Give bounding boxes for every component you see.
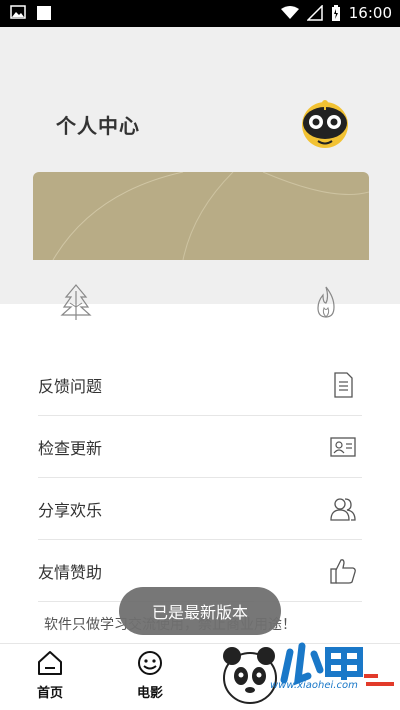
menu-item-label: 友情赞助	[38, 562, 103, 582]
profile-banner[interactable]	[33, 172, 369, 260]
image-icon	[10, 5, 26, 19]
wifi-icon	[280, 6, 299, 19]
menu-item-label: 检查更新	[38, 438, 103, 458]
page-title: 个人中心	[56, 114, 140, 138]
tab-movie[interactable]: 电影	[120, 650, 180, 701]
document-icon	[334, 371, 353, 398]
flame-icon[interactable]	[310, 283, 342, 321]
id-card-icon	[330, 436, 356, 457]
settings-menu: 反馈问题 检查更新 分享欢乐 友情赞助	[38, 354, 362, 602]
menu-item-feedback[interactable]: 反馈问题	[38, 354, 362, 416]
thumbs-up-icon	[330, 558, 356, 584]
home-icon	[38, 651, 62, 675]
watermark-logo	[223, 642, 394, 704]
battery-icon	[331, 4, 340, 21]
toast-message: 已是最新版本	[119, 587, 281, 635]
avatar[interactable]	[296, 97, 354, 149]
tab-label: 电影	[136, 686, 163, 701]
tree-icon[interactable]	[60, 283, 92, 321]
tab-home[interactable]: 首页	[20, 650, 80, 701]
tab-label: 首页	[36, 686, 63, 701]
status-bar: 16:00	[0, 0, 400, 27]
menu-item-label: 分享欢乐	[38, 500, 103, 520]
status-time: 16:00	[348, 4, 392, 22]
square-icon	[37, 6, 51, 20]
menu-item-check-update[interactable]: 检查更新	[38, 416, 362, 478]
smile-icon	[138, 651, 162, 675]
menu-item-share[interactable]: 分享欢乐	[38, 478, 362, 540]
banner-decoration	[52, 172, 369, 260]
profile-header	[0, 27, 400, 304]
watermark-url: www.xiaohei.com	[270, 680, 358, 691]
menu-item-label: 反馈问题	[38, 376, 103, 396]
users-icon	[330, 497, 356, 521]
signal-icon	[306, 5, 323, 21]
